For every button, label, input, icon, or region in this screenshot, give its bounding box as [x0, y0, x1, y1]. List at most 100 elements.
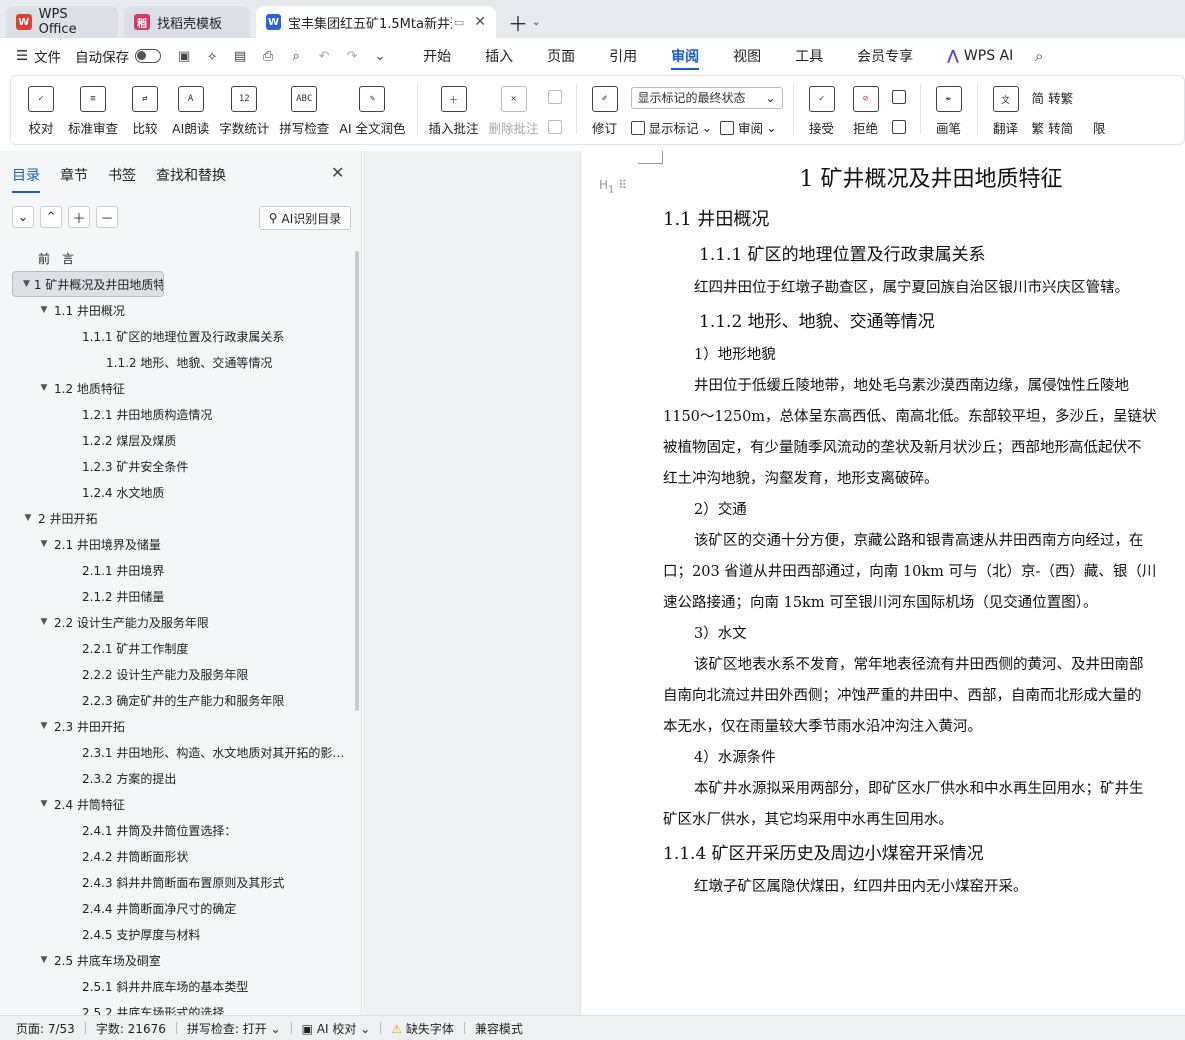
new-tab-button[interactable]: ＋ ⌄ [502, 6, 546, 38]
scrollbar[interactable] [355, 251, 359, 711]
expand-arrow-icon[interactable]: ▼ [38, 721, 50, 731]
prev-change-icon[interactable] [891, 90, 906, 104]
chevron-down-icon[interactable]: ⌄ [532, 17, 540, 28]
tab-references[interactable]: 引用 [609, 38, 637, 74]
ai-toc-button[interactable]: ⚲ AI识别目录 [259, 206, 351, 230]
expand-arrow-icon[interactable]: ▼ [38, 383, 50, 393]
expand-arrow-icon[interactable]: ▼ [38, 539, 50, 549]
toc-item[interactable]: ▼ 1 矿井概况及井田地质特征 [12, 271, 164, 297]
export-pdf-icon[interactable]: ▤ [231, 48, 249, 64]
tab-review[interactable]: 审阅 [671, 38, 700, 74]
tab-tools[interactable]: 工具 [795, 38, 823, 74]
expand-arrow-icon[interactable]: ▼ [38, 955, 50, 965]
toc-item[interactable]: 1.1.2 地形、地貌、交通等情况 [12, 349, 354, 375]
toc-item[interactable]: 2.4.5 支护厚度与材料 [12, 921, 354, 947]
toc-item[interactable]: ▼ 2.4 井筒特征 [12, 791, 354, 817]
print-icon[interactable]: ⎙ [259, 48, 277, 64]
toc-item[interactable]: ▼ 1.1 井田概况 [12, 297, 354, 323]
prev-comment-icon[interactable] [547, 90, 562, 104]
ai-read-button[interactable]: A AI朗读 [172, 80, 209, 144]
spell-check-status[interactable]: 拼写检查: 打开 ⌄ [187, 1020, 281, 1037]
word-count-button[interactable]: 12 字数统计 [219, 80, 269, 144]
toc-item[interactable]: 2.5.1 斜井井底车场的基本类型 [12, 973, 354, 999]
toc-item[interactable]: 1.2.1 井田地质构造情况 [12, 401, 354, 427]
tab-view[interactable]: 视图 [733, 38, 761, 74]
document-body[interactable]: 1 矿井概况及井田地质特征 1.1 井田概况 1.1.1 矿区的地理位置及行政隶… [663, 161, 1185, 903]
tab-wps-office[interactable]: W WPS Office [6, 6, 118, 38]
tab-page[interactable]: 页面 [547, 38, 575, 74]
toc-item[interactable]: ▼ 2.5 井底车场及硐室 [12, 947, 354, 973]
toc-item[interactable]: 2.4.4 井筒断面净尺寸的确定 [12, 895, 354, 921]
pen-button[interactable]: ✒ 画笔 [932, 80, 966, 144]
expand-arrow-icon[interactable]: ▼ [23, 279, 30, 289]
tab-toc[interactable]: 目录 [12, 165, 40, 193]
tab-find-replace[interactable]: 查找和替换 [156, 165, 226, 193]
toc-item[interactable]: ▼ 2.1 井田境界及储量 [12, 531, 354, 557]
tab-docer-templates[interactable]: 稻 找稻壳模板 [124, 6, 250, 38]
compare-button[interactable]: ⇄ 比较 [128, 80, 162, 144]
translate-button[interactable]: 文翻译 [989, 80, 1023, 144]
toc-item[interactable]: 2.3.2 方案的提出 [12, 765, 354, 791]
toc-item[interactable]: 2.4.1 井筒及井筒位置选择： [12, 817, 354, 843]
wps-ai-button[interactable]: ⋀ WPS AI [947, 38, 1013, 74]
missing-font-status[interactable]: ⚠ 缺失字体 [391, 1020, 454, 1037]
markup-mode-select[interactable]: 显示标记的最终状态 ⌄ [630, 86, 783, 109]
tab-start[interactable]: 开始 [423, 38, 451, 74]
tab-sections[interactable]: 章节 [60, 165, 88, 193]
toc-item[interactable]: ▼ 1.2 地质特征 [12, 375, 354, 401]
collapse-down-button[interactable]: ⌄ [12, 206, 34, 228]
heading-drag-handle-icon[interactable]: H1 ⠿ [599, 178, 627, 195]
next-comment-icon[interactable] [547, 120, 562, 134]
toc-item[interactable]: 2.4.3 斜井井筒断面布置原则及其形式 [12, 869, 354, 895]
expand-arrow-icon[interactable]: ▼ [38, 617, 50, 627]
remove-heading-button[interactable]: － [96, 206, 118, 228]
show-markup-button[interactable]: 显示标记 [649, 118, 699, 137]
autosave-toggle[interactable]: 自动保存 [75, 46, 162, 66]
undo-icon[interactable]: ↶ [315, 48, 333, 64]
proofread-button[interactable]: ✓ 校对 [24, 80, 58, 144]
expand-arrow-icon[interactable]: ▼ [38, 305, 50, 315]
toc-item[interactable]: 2.2.2 设计生产能力及服务年限 [12, 661, 354, 687]
add-heading-button[interactable]: ＋ [68, 206, 90, 228]
toc-item[interactable]: 2.1.1 井田境界 [12, 557, 354, 583]
review-pane-button[interactable]: 审阅 [738, 118, 763, 137]
toc-item[interactable]: ▼ 2.3 井田开拓 [12, 713, 354, 739]
to-simplified-button[interactable]: 繁转简 [1032, 118, 1074, 137]
toc-item[interactable]: ▼ 2.2 设计生产能力及服务年限 [12, 609, 354, 635]
print-preview-icon[interactable]: ⌕ [287, 48, 305, 64]
toc-item[interactable]: ▼ 2 井田开拓 [12, 505, 354, 531]
expand-arrow-icon[interactable]: ▼ [22, 513, 34, 523]
word-count[interactable]: 字数: 21676 [96, 1020, 166, 1037]
share-icon[interactable]: ⟡ [203, 48, 221, 64]
track-changes-button[interactable]: ✐ 修订 [588, 80, 622, 144]
file-menu[interactable]: ☰ 文件 [16, 46, 61, 66]
tab-insert[interactable]: 插入 [485, 38, 513, 74]
toc-item[interactable]: 1.2.3 矿井安全条件 [12, 453, 354, 479]
expand-up-button[interactable]: ⌃ [40, 206, 62, 228]
expand-arrow-icon[interactable]: ▼ [38, 799, 50, 809]
more-chevron-icon[interactable]: ⌄ [371, 48, 389, 64]
toc-item[interactable]: 前 言 [12, 245, 354, 271]
tab-member[interactable]: 会员专享 [857, 38, 913, 74]
page-indicator[interactable]: 页面: 7/53 [16, 1020, 75, 1037]
spell-check-button[interactable]: ABC 拼写检查 [279, 80, 329, 144]
reject-button[interactable]: ⊘ 拒绝 [849, 80, 883, 144]
toc-item[interactable]: 2.2.1 矿井工作制度 [12, 635, 354, 661]
tab-bookmarks[interactable]: 书签 [108, 165, 136, 193]
toc-item[interactable]: 2.2.3 确定矿井的生产能力和服务年限 [12, 687, 354, 713]
close-icon[interactable]: ✕ [331, 163, 344, 182]
ai-polish-button[interactable]: ✎ AI 全文润色 [339, 80, 406, 144]
restrict-button[interactable]: 限 [1082, 80, 1116, 144]
toc-item[interactable]: 2.1.2 井田储量 [12, 583, 354, 609]
toggle-switch[interactable] [135, 49, 162, 63]
search-icon[interactable]: ⌕ [1030, 47, 1048, 65]
redo-icon[interactable]: ↷ [343, 48, 361, 64]
toc-item[interactable]: 1.1.1 矿区的地理位置及行政隶属关系 [12, 323, 354, 349]
tab-document[interactable]: W 宝丰集团红五矿1.5Mta新井通 ▭ ✕ [256, 6, 496, 38]
save-icon[interactable]: ▣ [175, 48, 193, 64]
next-change-icon[interactable] [891, 120, 906, 134]
delete-comment-button[interactable]: ✕ 删除批注 [489, 80, 539, 144]
document-page[interactable]: H1 ⠿ 1 矿井概况及井田地质特征 1.1 井田概况 1.1.1 矿区的地理位… [580, 151, 1185, 1015]
toc-item[interactable]: 2.4.2 井筒断面形状 [12, 843, 354, 869]
accept-button[interactable]: ✓ 接受 [805, 80, 839, 144]
